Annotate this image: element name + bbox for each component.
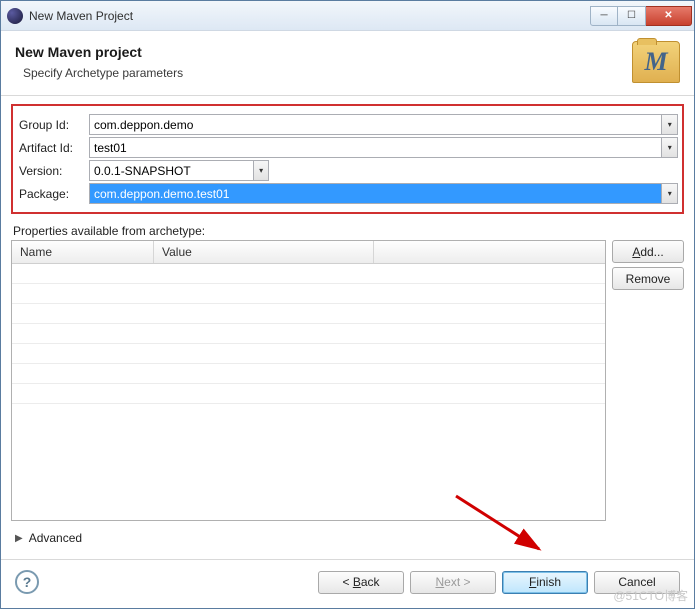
- chevron-down-icon[interactable]: ▾: [661, 114, 678, 135]
- properties-buttons: Add... Remove: [612, 240, 684, 521]
- maximize-button[interactable]: ☐: [618, 6, 646, 26]
- page-subtitle: Specify Archetype parameters: [15, 66, 632, 80]
- column-spacer: [374, 241, 605, 263]
- column-name[interactable]: Name: [12, 241, 154, 263]
- back-button[interactable]: < Back: [318, 571, 404, 594]
- table-row[interactable]: [12, 364, 605, 384]
- artifact-id-label: Artifact Id:: [19, 141, 89, 155]
- table-row[interactable]: [12, 304, 605, 324]
- properties-label: Properties available from archetype:: [13, 224, 684, 238]
- table-row[interactable]: [12, 384, 605, 404]
- chevron-down-icon[interactable]: ▾: [661, 183, 678, 204]
- chevron-down-icon[interactable]: ▾: [253, 160, 269, 181]
- dialog-window: New Maven Project ─ ☐ ✕ New Maven projec…: [0, 0, 695, 609]
- wizard-body: Group Id: ▾ Artifact Id: ▾ Version: ▾: [1, 96, 694, 559]
- maven-icon: M: [632, 41, 680, 83]
- properties-table[interactable]: Name Value: [11, 240, 606, 521]
- cancel-button[interactable]: Cancel: [594, 571, 680, 594]
- titlebar[interactable]: New Maven Project ─ ☐ ✕: [1, 1, 694, 31]
- wizard-footer: ? < Back Next > Finish Cancel: [1, 559, 694, 608]
- version-input[interactable]: [89, 160, 253, 181]
- eclipse-icon: [7, 8, 23, 24]
- artifact-id-input[interactable]: [89, 137, 661, 158]
- help-icon[interactable]: ?: [15, 570, 39, 594]
- wizard-header: New Maven project Specify Archetype para…: [1, 31, 694, 96]
- advanced-toggle[interactable]: ▶ Advanced: [11, 521, 684, 549]
- table-row[interactable]: [12, 264, 605, 284]
- chevron-right-icon: ▶: [15, 533, 23, 544]
- properties-area: Name Value Add... Remove: [11, 240, 684, 521]
- chevron-down-icon[interactable]: ▾: [661, 137, 678, 158]
- table-row[interactable]: [12, 344, 605, 364]
- window-title: New Maven Project: [29, 9, 590, 23]
- version-label: Version:: [19, 164, 89, 178]
- add-button[interactable]: Add...: [612, 240, 684, 263]
- table-row[interactable]: [12, 284, 605, 304]
- finish-button[interactable]: Finish: [502, 571, 588, 594]
- advanced-label: Advanced: [29, 531, 82, 545]
- column-value[interactable]: Value: [154, 241, 374, 263]
- table-row[interactable]: [12, 324, 605, 344]
- group-id-input[interactable]: [89, 114, 661, 135]
- next-button: Next >: [410, 571, 496, 594]
- group-id-label: Group Id:: [19, 118, 89, 132]
- close-button[interactable]: ✕: [646, 6, 692, 26]
- package-input[interactable]: [89, 183, 661, 204]
- table-body[interactable]: [12, 264, 605, 520]
- remove-button[interactable]: Remove: [612, 267, 684, 290]
- minimize-button[interactable]: ─: [590, 6, 618, 26]
- table-header: Name Value: [12, 241, 605, 264]
- package-label: Package:: [19, 187, 89, 201]
- page-title: New Maven project: [15, 44, 632, 60]
- window-controls: ─ ☐ ✕: [590, 6, 692, 26]
- archetype-params-group: Group Id: ▾ Artifact Id: ▾ Version: ▾: [11, 104, 684, 214]
